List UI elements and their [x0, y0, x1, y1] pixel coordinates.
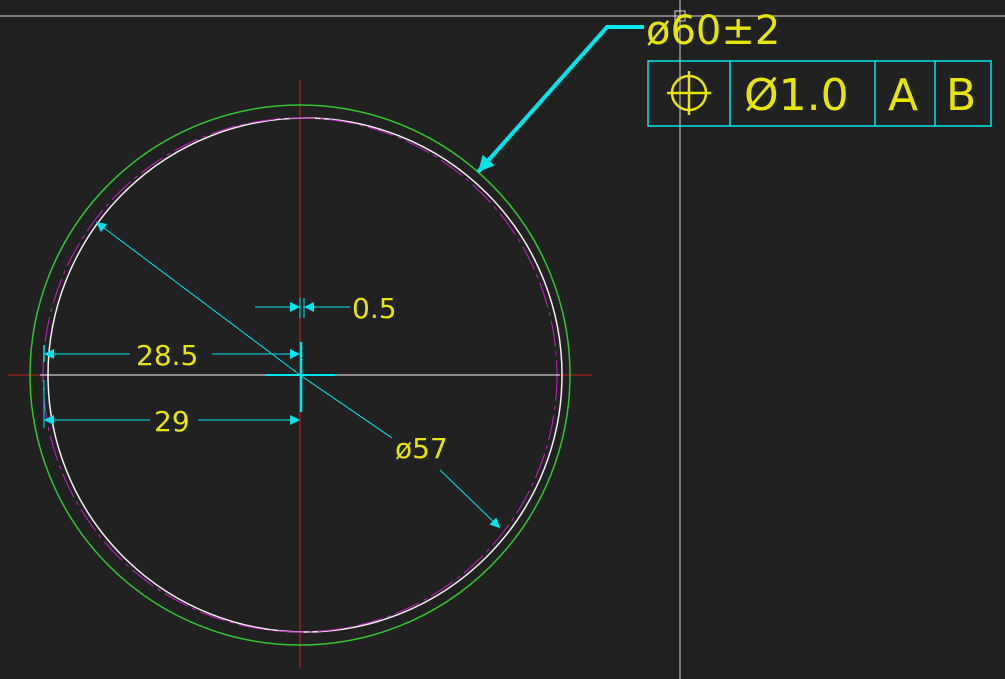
offset-dim-label: 0.5	[352, 292, 397, 325]
radius-outer-dimension[interactable]: 29	[43, 380, 300, 438]
outer-diameter-callout[interactable]: ø60±2	[476, 8, 780, 174]
feature-control-frame[interactable]: Ø1.0 A B	[647, 60, 992, 127]
fcf-datum-primary: A	[888, 70, 918, 121]
inner-diameter-label: ø57	[395, 432, 448, 465]
position-icon	[667, 71, 711, 115]
outer-diameter-leader	[476, 25, 644, 174]
outer-diameter-label: ø60±2	[646, 8, 780, 54]
inner-diameter-line-lower	[439, 469, 501, 529]
radius-inner-label: 28.5	[136, 339, 198, 372]
radius-inner-dimension[interactable]: 28.5	[43, 339, 300, 372]
fcf-tolerance: Ø1.0	[744, 70, 849, 121]
fcf-datum-secondary: B	[946, 70, 976, 121]
cad-viewport[interactable]: 0.5 28.5 29 ø57 ø60±2 Ø1.0 A B	[0, 0, 1005, 679]
offset-dimension[interactable]: 0.5	[255, 292, 397, 325]
inner-diameter-line-middle	[299, 374, 393, 439]
radius-outer-label: 29	[154, 405, 190, 438]
